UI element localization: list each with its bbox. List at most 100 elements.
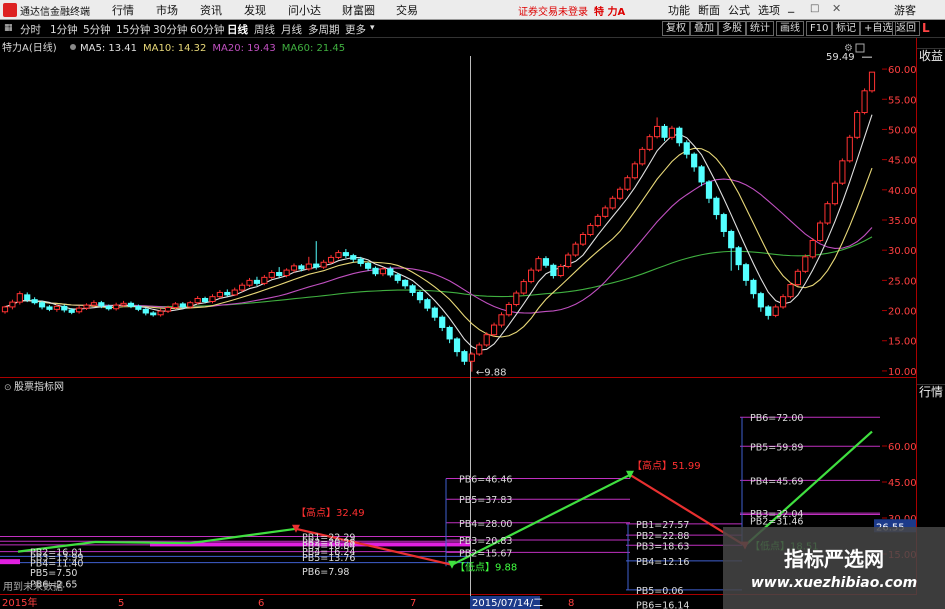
- date-label: 2015年: [2, 596, 37, 609]
- restore-icon[interactable]: □: [810, 3, 819, 14]
- period-60min[interactable]: 60分钟: [190, 22, 224, 37]
- candle: [253, 279, 261, 284]
- tool-draw[interactable]: 画线: [776, 21, 804, 36]
- pb-label: PB2=15.67: [459, 548, 512, 559]
- period-daily[interactable]: 日线: [227, 22, 248, 37]
- candle: [150, 312, 157, 316]
- candle: [350, 255, 357, 260]
- candle: [528, 269, 535, 283]
- peak-label: 【高点】32.49: [296, 506, 365, 519]
- candle: [676, 127, 683, 144]
- menu-item-news[interactable]: 资讯: [200, 2, 222, 18]
- candle: [24, 294, 31, 301]
- period-monthly[interactable]: 月线: [281, 22, 302, 37]
- candle: [179, 303, 186, 308]
- tool-adjust[interactable]: 复权: [662, 21, 690, 36]
- pb-label: PB2=16.01: [30, 548, 83, 559]
- period-15min[interactable]: 15分钟: [116, 22, 150, 37]
- menu-item-market[interactable]: 市场: [156, 2, 178, 18]
- period-5min[interactable]: 5分钟: [83, 22, 111, 37]
- candle: [742, 264, 750, 281]
- candle: [283, 269, 290, 277]
- menu-item-quotes[interactable]: 行情: [112, 2, 134, 18]
- tool-f10[interactable]: F10: [806, 21, 833, 36]
- menu-function[interactable]: 功能: [668, 2, 690, 18]
- candle: [476, 344, 483, 355]
- candle: [505, 304, 512, 316]
- candle: [38, 302, 46, 308]
- auto-tab[interactable]: 行情: [917, 384, 945, 400]
- candle: [787, 284, 794, 298]
- candle: [127, 302, 135, 307]
- app-title: 通达信金融终端: [20, 6, 90, 18]
- pb-label: PB3=20.83: [459, 536, 512, 547]
- pb-label: PB1=22.29: [302, 533, 355, 544]
- candle: [550, 264, 557, 277]
- period-weekly[interactable]: 周线: [254, 22, 275, 37]
- close-icon[interactable]: ✕: [832, 2, 841, 15]
- tool-back[interactable]: 返回: [892, 21, 920, 36]
- right-tab[interactable]: 收益: [917, 48, 945, 64]
- menu-item-discover[interactable]: 发现: [244, 2, 266, 18]
- tool-watchlist[interactable]: +自选: [860, 21, 897, 36]
- candle: [1, 306, 9, 313]
- menu-section[interactable]: 断面: [698, 2, 720, 18]
- candle: [201, 297, 209, 302]
- candle: [313, 263, 320, 268]
- login-status: 证券交易未登录: [518, 7, 588, 18]
- candle: [187, 302, 194, 308]
- period-more[interactable]: 更多: [345, 22, 366, 37]
- candle: [868, 71, 876, 92]
- candle: [691, 153, 698, 168]
- candle: [631, 163, 638, 179]
- tool-mark[interactable]: 标记: [832, 21, 860, 36]
- candle: [305, 263, 312, 270]
- candle: [513, 292, 520, 306]
- candle: [268, 272, 275, 278]
- menu-item-wealth[interactable]: 财富圈: [342, 2, 375, 18]
- period-intraday[interactable]: 分时: [20, 22, 41, 37]
- minimize-icon[interactable]: ▁: [788, 4, 794, 13]
- tool-overlay[interactable]: 叠加: [690, 21, 718, 36]
- tool-stats[interactable]: 统计: [746, 21, 774, 36]
- pb-label: PB5=37.83: [459, 495, 512, 506]
- period-30min[interactable]: 30分钟: [153, 22, 187, 37]
- menu-item-trade[interactable]: 交易: [396, 2, 418, 18]
- watermark-url: www.xuezhibiao.com: [750, 575, 918, 591]
- chevron-down-icon[interactable]: ▾: [370, 23, 375, 33]
- candle: [394, 274, 401, 281]
- pb-label: PB1=27.57: [636, 520, 689, 531]
- price-axis-label: 10.00: [888, 367, 917, 378]
- menu-item-ask[interactable]: 问小达: [288, 2, 321, 18]
- candle: [535, 258, 542, 271]
- candle: [639, 148, 646, 165]
- grid-icon[interactable]: ▦: [4, 23, 13, 33]
- pb-label: PB5=7.50: [30, 568, 77, 579]
- period-multi[interactable]: 多周期: [308, 22, 340, 37]
- candle: [861, 90, 868, 114]
- candle: [120, 302, 127, 306]
- tool-multistock[interactable]: 多股: [718, 21, 746, 36]
- candle: [453, 338, 461, 353]
- menu-options[interactable]: 选项: [758, 2, 780, 18]
- candle: [461, 351, 468, 362]
- candle: [83, 304, 90, 309]
- candle: [379, 268, 387, 275]
- candle: [342, 252, 349, 257]
- menu-formula[interactable]: 公式: [728, 2, 750, 18]
- candle: [357, 258, 364, 264]
- candle: [698, 166, 705, 183]
- watermark: 指标严选网 www.xuezhibiao.com: [723, 527, 945, 609]
- menu-guest[interactable]: 游客: [894, 2, 916, 18]
- candle: [831, 182, 839, 205]
- candle: [728, 230, 735, 249]
- price-axis-label: 35.00: [888, 216, 917, 227]
- period-1min[interactable]: 1分钟: [50, 22, 78, 37]
- candle: [402, 279, 409, 287]
- pb-label: PB4=28.00: [459, 519, 512, 530]
- candle: [298, 265, 305, 270]
- candle: [276, 272, 283, 277]
- candle: [616, 188, 624, 199]
- candle: [261, 276, 268, 284]
- maximize-icon[interactable]: [855, 43, 865, 53]
